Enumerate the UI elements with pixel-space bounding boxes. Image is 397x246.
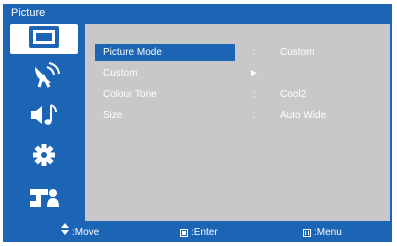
window-title: Picture: [11, 7, 46, 19]
picture-icon: [27, 24, 61, 55]
menu-row-value: Cool2: [280, 89, 307, 100]
menu-row-label: Picture Mode: [95, 44, 235, 61]
enter-key-icon: [180, 228, 188, 237]
sound-icon: [27, 101, 61, 134]
hint-enter: :Enter: [180, 223, 218, 242]
sidebar-item-picture[interactable]: [10, 24, 78, 54]
sidebar: [3, 24, 83, 221]
submenu-arrow-icon: ►: [249, 68, 259, 79]
settings-icon: [27, 141, 61, 174]
title-bar: Picture: [3, 4, 392, 22]
sidebar-item-input[interactable]: [10, 184, 78, 214]
menu-row-label: Size: [103, 110, 123, 121]
menu-key-icon: [303, 228, 311, 237]
menu-row-separator: :: [252, 110, 256, 121]
menu-row-custom[interactable]: Custom ►: [95, 65, 380, 82]
sidebar-item-setup[interactable]: [10, 142, 78, 172]
menu-row-value: Auto Wide: [280, 110, 327, 121]
osd-window: Picture Picture Mode: Custom Custom ► C…: [3, 4, 392, 242]
hint-enter-label: :Enter: [191, 227, 218, 238]
hint-move-label: :Move: [72, 227, 100, 238]
menu-row-colour-tone[interactable]: Colour Tone : Cool2: [95, 86, 380, 103]
hint-menu: :Menu: [303, 223, 342, 242]
hint-move: :Move: [61, 223, 99, 242]
menu-row-picture-mode[interactable]: Picture Mode : Custom: [95, 44, 380, 61]
updown-arrow-icon: [61, 223, 69, 242]
input-icon: [27, 183, 61, 216]
footer-hints: :Move :Enter :Menu: [3, 223, 392, 242]
sidebar-item-sound[interactable]: [10, 102, 78, 132]
menu-row-separator: :: [252, 89, 256, 100]
sidebar-item-channel[interactable]: [10, 61, 78, 94]
menu-panel: Picture Mode : Custom Custom ► Colour To…: [85, 24, 390, 221]
hint-menu-label: :Menu: [314, 227, 342, 238]
menu-row-label: Colour Tone: [103, 89, 157, 100]
menu-row-label: Custom: [103, 68, 138, 79]
menu-row-separator: :: [252, 47, 256, 58]
antenna-icon: [27, 61, 61, 94]
menu-row-value: Custom: [280, 47, 315, 58]
menu-row-size[interactable]: Size : Auto Wide: [95, 107, 380, 124]
